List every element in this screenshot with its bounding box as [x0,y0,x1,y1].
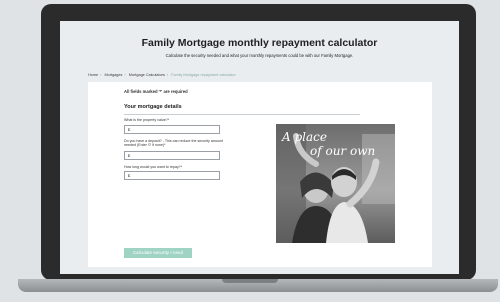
breadcrumb-home[interactable]: Home [88,73,98,77]
page-banner: Family Mortgage monthly repayment calcul… [60,21,459,79]
breadcrumb-current: Family Mortgage repayment calculator [171,73,236,77]
required-note: All fields marked '*' are required [124,89,188,94]
page-subtitle: Calculate the security needed and what y… [165,53,354,58]
calculator-card: All fields marked '*' are required Your … [88,82,432,267]
laptop-notch [222,279,278,283]
breadcrumb: Home › Mortgages › Mortgage Calculators › F… [88,73,236,77]
section-title: Your mortgage details [124,104,182,110]
breadcrumb-mortgages[interactable]: Mortgages [104,73,122,77]
page-title: Family Mortgage monthly repayment calcul… [141,37,378,49]
laptop-screen: Family Mortgage monthly repayment calcul… [60,21,459,274]
deposit-label: Do you have a deposit? - This can reduce… [124,139,223,148]
breadcrumb-calculators[interactable]: Mortgage Calculators [129,73,165,77]
deposit-input[interactable]: £ [124,151,220,160]
property-value-input[interactable]: £ [124,125,220,134]
property-value-label: What is the property value?* [124,118,170,122]
section-divider [124,114,360,115]
repay-term-input[interactable]: £ [124,171,220,180]
photo-caption-line2: of our own [310,144,376,158]
calculate-security-button[interactable]: Calculate security I need [124,248,192,258]
repay-term-label: How long would you want to repay?* [124,165,183,169]
photo-caption-line1: A place [282,130,327,144]
family-photo: A place of our own [276,124,395,243]
